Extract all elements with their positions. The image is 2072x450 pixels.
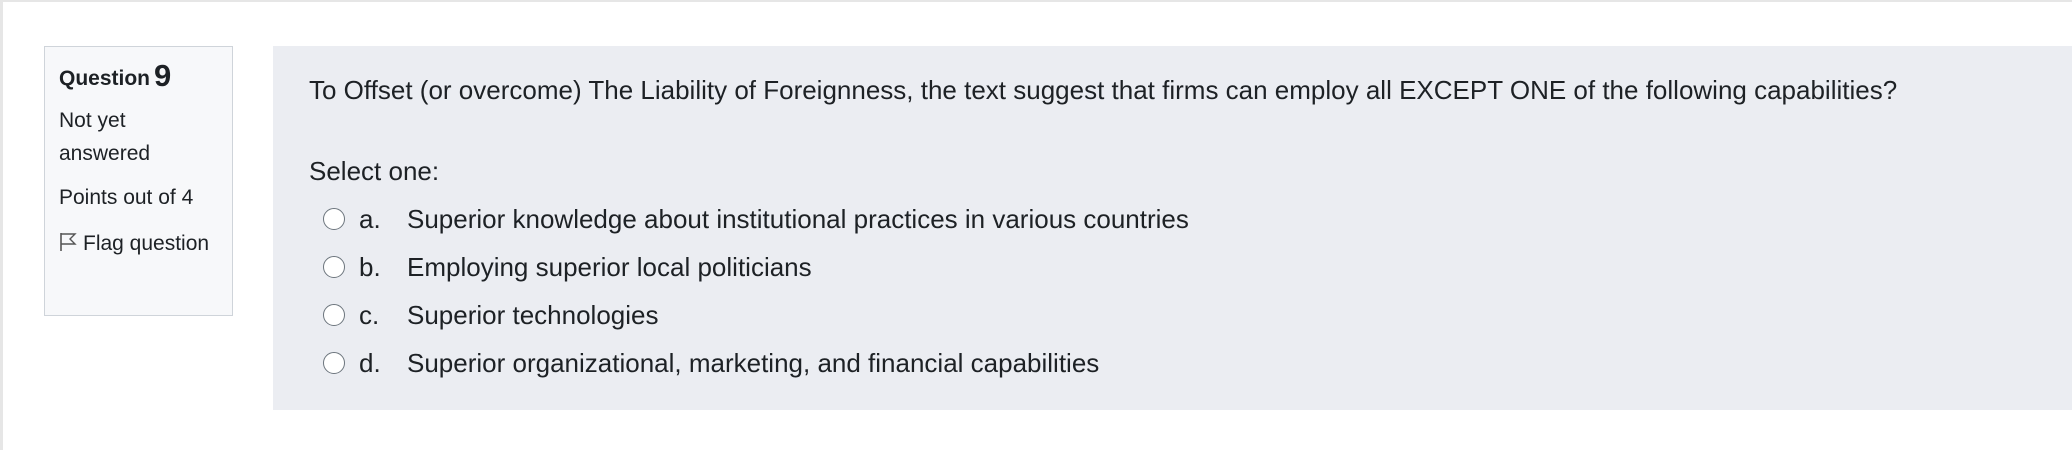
answer-list: a. Superior knowledge about institutiona… [323,195,1189,387]
answer-option-b[interactable]: b. Employing superior local politicians [323,243,1189,291]
answer-label[interactable]: Employing superior local politicians [407,252,812,283]
flag-question-label: Flag question [83,232,210,255]
question-state: Not yet answered [59,109,151,165]
answer-label[interactable]: Superior organizational, marketing, and … [407,348,1099,379]
question-number: Question 9 [59,58,218,94]
radio-button-d[interactable] [323,352,345,374]
radio-button-a[interactable] [323,208,345,230]
answer-letter: a. [359,203,381,234]
answer-letter: c. [359,299,380,330]
answer-letter: b. [359,251,381,282]
flag-icon [60,233,77,251]
answer-letter: d. [359,347,381,378]
quiz-page: Question 9 Not yet answered Points out of… [0,0,2072,450]
select-one-prompt: Select one: [309,156,440,186]
answer-label[interactable]: Superior technologies [407,300,659,331]
answer-option-c[interactable]: c. Superior technologies [323,291,1189,339]
radio-button-b[interactable] [323,256,345,278]
question-word: Question [59,67,151,90]
answer-option-d[interactable]: d. Superior organizational, marketing, a… [323,339,1189,387]
question-number-value: 9 [154,58,172,93]
answer-option-a[interactable]: a. Superior knowledge about institutiona… [323,195,1189,243]
question-text: To Offset (or overcome) The Liability of… [309,75,1898,105]
answer-label[interactable]: Superior knowledge about institutional p… [407,204,1189,235]
radio-button-c[interactable] [323,304,345,326]
question-info-panel: Question 9 Not yet answered Points out of… [44,46,233,316]
question-content: To Offset (or overcome) The Liability of… [273,46,2072,410]
flag-question-link[interactable]: Flag question [59,227,218,260]
question-grade: Points out of 4 [59,186,194,209]
